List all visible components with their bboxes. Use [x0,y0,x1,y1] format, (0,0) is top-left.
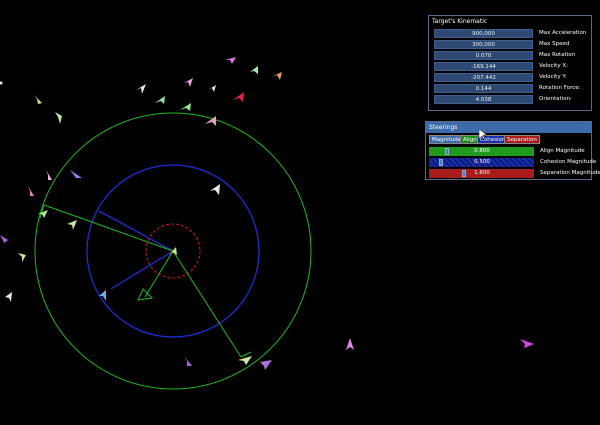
orientation-label: Orientation: [539,96,572,102]
kinematic-row-orientation: 4.038 Orientation: [434,95,590,104]
kinematic-panel-title: Target's Kinematic [429,16,591,27]
boid [28,186,34,196]
cohesion-magnitude-slider[interactable]: 0.500 [429,158,534,167]
mouse-cursor-icon [479,129,487,141]
kinematic-row-rotation-force: 0.144 Rotation Force: [434,84,590,93]
separation-magnitude-slider[interactable]: 1.600 [429,169,534,178]
boid [250,66,258,74]
align-magnitude-slider[interactable]: 0.800 [429,147,534,156]
boid [346,338,354,350]
max-speed-label: Max Speed [539,41,570,47]
velocity-y-field[interactable]: -207.442 [434,73,533,82]
boid [5,292,12,302]
max-rotation-field[interactable]: 0.070 [434,51,533,60]
cohesion-magnitude-label: Cohesion Magnitude [540,159,597,165]
velocity-vector [144,250,174,298]
boid [67,220,77,230]
boid [46,170,52,180]
boid [0,81,3,85]
boid [55,112,62,124]
cohesion-magnitude-value: 0.500 [474,159,490,165]
kinematic-row-max-acceleration: 900,000 Max Acceleration [434,29,590,38]
steering-panel-title: Steerings [426,122,591,133]
velocity-x-label: Velocity X: [539,63,568,69]
steering-panel: Steerings Magnitudes Align Cohesion Sepa… [425,121,600,180]
kinematic-panel: Target's Kinematic 900,000 Max Accelerat… [428,15,592,111]
boid [210,184,220,195]
boid [184,78,193,87]
max-rotation-label: Max Rotation [539,52,576,58]
boid [520,339,534,348]
boid [136,84,146,94]
rotation-force-label: Rotation Force: [539,85,581,91]
kinematic-row-max-speed: 300,000 Max Speed [434,40,590,49]
kinematic-row-velocity-y: -207.442 Velocity Y: [434,73,590,82]
kinematic-row-velocity-x: -169.144 Velocity X: [434,62,590,71]
boid [225,57,236,64]
boid [155,96,165,104]
boid [238,356,252,365]
separation-magnitude-value: 1.600 [474,170,490,176]
boid [70,170,82,178]
separation-magnitude-label: Separation Magnitude [540,170,600,176]
align-magnitude-value: 0.800 [474,148,490,154]
boid [208,85,216,92]
boid [18,253,26,262]
max-acceleration-field[interactable]: 900,000 [434,29,533,38]
velocity-y-label: Velocity Y: [539,74,567,80]
boid [271,72,282,80]
orientation-field[interactable]: 4.038 [434,95,533,104]
align-magnitude-row: 0.800 Align Magnitude [429,147,589,156]
max-acceleration-label: Max Acceleration [539,30,587,36]
rotation-force-field[interactable]: 0.144 [434,84,533,93]
max-speed-field[interactable]: 300,000 [434,40,533,49]
boid [260,360,272,370]
separation-magnitude-row: 1.600 Separation Magnitude [429,169,600,178]
cohesion-cone [98,210,175,290]
align-vector-right [172,250,242,358]
align-vector-right-end [240,351,252,358]
boid [0,235,8,243]
boid [180,103,191,111]
align-vector-left [43,204,174,252]
velocity-arrow-head [137,288,154,301]
kinematic-row-max-rotation: 0.070 Max Rotation [434,51,590,60]
boid [34,95,42,104]
align-magnitude-label: Align Magnitude [540,148,585,154]
tab-separation[interactable]: Separation [504,135,540,144]
velocity-x-field[interactable]: -169.144 [434,62,533,71]
cohesion-magnitude-row: 0.500 Cohesion Magnitude [429,158,596,167]
boid [184,356,192,366]
boid [233,92,244,102]
